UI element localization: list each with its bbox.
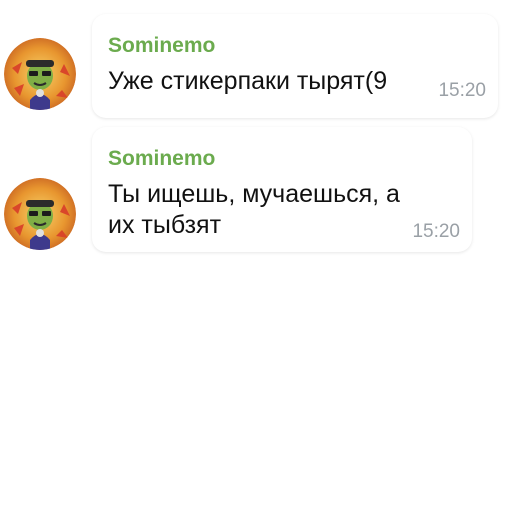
avatar[interactable] xyxy=(4,38,76,110)
sender-name[interactable]: Sominemo xyxy=(108,34,215,58)
message-text: Уже стикерпаки тырят(9 xyxy=(108,67,388,95)
cartoon-character-avatar-icon xyxy=(4,38,76,110)
chat-canvas: Sominemo Уже стикерпаки тырят(9 15:20 So… xyxy=(0,0,512,512)
message-bubble[interactable]: Sominemo Уже стикерпаки тырят(9 15:20 xyxy=(92,14,498,118)
message-time: 15:20 xyxy=(412,221,460,242)
avatar[interactable] xyxy=(4,178,76,250)
message-row: Sominemo Уже стикерпаки тырят(9 15:20 xyxy=(0,14,512,118)
message-text: Ты ищешь, мучаешься, а их тыбзят xyxy=(108,180,400,239)
cartoon-character-avatar-icon xyxy=(4,178,76,250)
message-row: Sominemo Ты ищешь, мучаешься, а их тыбзя… xyxy=(0,127,512,257)
sender-name[interactable]: Sominemo xyxy=(108,147,215,171)
message-bubble[interactable]: Sominemo Ты ищешь, мучаешься, а их тыбзя… xyxy=(92,127,472,252)
message-time: 15:20 xyxy=(438,80,486,101)
